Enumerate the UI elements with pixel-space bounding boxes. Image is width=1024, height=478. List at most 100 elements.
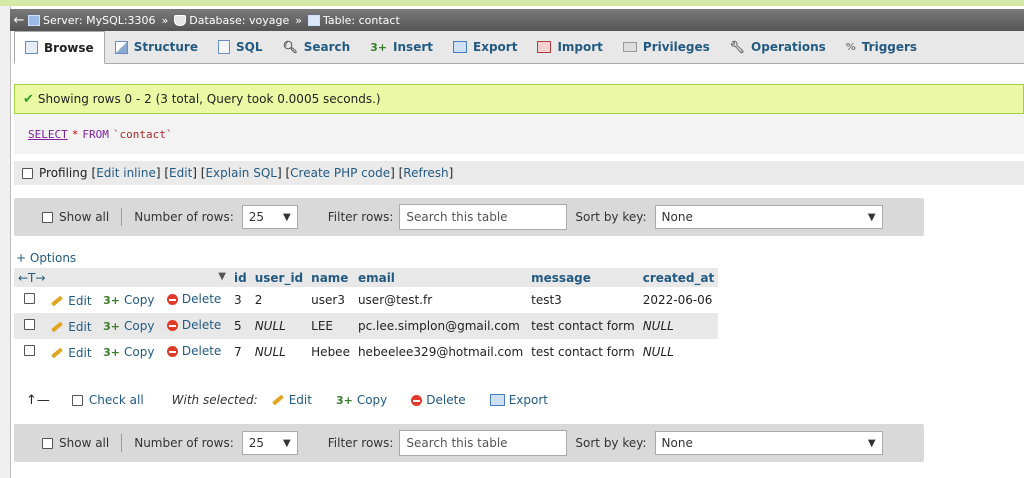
sql-star: * [71,127,79,141]
cell-id[interactable]: 7 [230,339,251,365]
profiling-checkbox[interactable] [22,167,33,179]
show-all-label[interactable]: Show all [59,436,109,450]
row-copy-button[interactable]: 3+ Copy [103,345,154,359]
cell-id[interactable]: 5 [230,313,251,339]
structure-icon [114,40,128,54]
bulk-delete-button[interactable]: Delete [411,393,466,407]
column-header-email[interactable]: email [353,268,528,287]
row-delete-button[interactable]: Delete [166,344,221,358]
copy-icon: 3+ [103,293,121,307]
filter-rows-label: Filter rows: [327,436,394,450]
column-header-user-id[interactable]: user_id [250,268,308,287]
row-edit-button[interactable]: Edit [51,294,92,308]
show-all-checkbox[interactable] [42,211,53,223]
tab-structure[interactable]: Structure [105,31,208,63]
copy-icon: 3+ [103,319,121,333]
tab-import[interactable]: Import [527,31,612,63]
tab-search[interactable]: 🔍︎ Search [272,31,360,63]
tab-insert[interactable]: 3+ Insert [360,31,443,63]
chevron-down-icon: ▼ [283,437,291,449]
breadcrumb-database[interactable]: Database: voyage [174,14,289,27]
show-all-label[interactable]: Show all [59,210,109,224]
breadcrumb-separator: » [295,13,302,27]
create-php-code-link[interactable]: Create PHP code [290,166,390,180]
sort-by-key-select[interactable]: None ▼ [654,431,883,455]
tab-privileges[interactable]: Privileges [613,31,720,63]
cell-email[interactable]: user@test.fr [353,287,528,313]
check-all-label[interactable]: Check all [89,393,144,407]
table-row: Edit 3+ Copy Delete 5 NULL LEE pc.lee.sim… [14,313,719,339]
row-copy-button[interactable]: 3+ Copy [103,293,154,307]
pencil-icon [271,394,284,406]
tab-browse[interactable]: Browse [14,31,105,64]
tab-triggers[interactable]: % Triggers [836,31,927,63]
row-edit-button[interactable]: Edit [51,346,92,360]
filter-rows-label: Filter rows: [327,210,394,224]
column-header-created-at[interactable]: created_at [638,268,719,287]
pencil-icon [51,347,64,359]
top-strip [0,0,1024,6]
delete-icon [166,293,178,305]
cell-email[interactable]: hebeelee329@hotmail.com [353,339,528,365]
sql-keyword-select[interactable]: SELECT [28,128,68,141]
breadcrumb-separator: » [161,13,169,27]
number-of-rows-select[interactable]: 25 ▼ [241,205,298,229]
column-header-id[interactable]: id [230,268,251,287]
edit-link[interactable]: Edit [169,166,192,180]
refresh-link[interactable]: Refresh [403,166,448,180]
sort-dropdown-icon[interactable]: ▼ [218,271,226,282]
options-toggle[interactable]: + Options [16,251,76,265]
browse-icon [25,41,38,54]
bulk-copy-button[interactable]: 3+ Copy [336,393,387,407]
cell-user-id[interactable]: NULL [250,313,308,339]
row-delete-button[interactable]: Delete [166,318,221,332]
breadcrumb-server[interactable]: Server: MySQL:3306 [28,14,156,27]
with-selected-label: With selected: [171,393,258,407]
breadcrumb-table[interactable]: Table: contact [307,14,400,27]
cell-message[interactable]: test contact form [527,339,639,365]
number-of-rows-select[interactable]: 25 ▼ [241,431,298,455]
edit-inline-link[interactable]: Edit inline [96,166,156,180]
row-edit-button[interactable]: Edit [51,320,92,334]
check-all-checkbox[interactable] [71,394,83,406]
column-header-message[interactable]: message [527,268,639,287]
row-delete-button[interactable]: Delete [166,292,221,306]
copy-icon: 3+ [103,345,121,359]
server-icon [28,14,40,26]
explain-sql-link[interactable]: Explain SQL [205,166,277,180]
sort-by-key-select[interactable]: None ▼ [654,205,883,229]
bulk-actions-bar: ↑— Check all With selected: Edit 3+ Copy … [14,390,924,410]
cell-message[interactable]: test3 [527,287,639,313]
cell-name[interactable]: LEE [307,313,354,339]
export-icon [453,41,467,53]
row-copy-button[interactable]: 3+ Copy [103,319,154,333]
bulk-export-button[interactable]: Export [489,393,548,407]
row-checkbox[interactable] [24,345,35,356]
cell-created-at[interactable]: NULL [638,339,719,365]
tab-operations[interactable]: 🔧︎ Operations [720,31,836,63]
show-all-checkbox[interactable] [42,437,53,449]
sql-keyword-from: FROM [82,127,109,141]
row-checkbox[interactable] [24,293,35,304]
tab-export[interactable]: Export [443,31,527,63]
cell-created-at[interactable]: 2022-06-06 [638,287,719,313]
filter-rows-input[interactable]: Search this table [399,430,568,456]
collapse-arrow-icon[interactable]: ← [10,13,28,28]
cell-user-id[interactable]: NULL [250,339,308,365]
left-rail[interactable] [0,6,11,478]
row-checkbox[interactable] [24,319,35,330]
cell-name[interactable]: Hebee [307,339,354,365]
cell-email[interactable]: pc.lee.simplon@gmail.com [353,313,528,339]
sql-query-box[interactable]: SELECT * FROM `contact` [14,114,1024,154]
cell-name[interactable]: user3 [307,287,354,313]
column-header-name[interactable]: name [307,268,354,287]
cell-created-at[interactable]: NULL [638,313,719,339]
navigation-bar-bottom: Show all Number of rows: 25 ▼ Filter row… [14,424,924,462]
filter-rows-input[interactable]: Search this table [399,204,568,230]
bulk-edit-button[interactable]: Edit [271,393,312,407]
cell-user-id[interactable]: 2 [250,287,308,313]
column-arrows-icon[interactable]: ←T→ [18,271,45,285]
cell-message[interactable]: test contact form [527,313,639,339]
tab-sql[interactable]: SQL [208,31,273,63]
cell-id[interactable]: 3 [230,287,251,313]
